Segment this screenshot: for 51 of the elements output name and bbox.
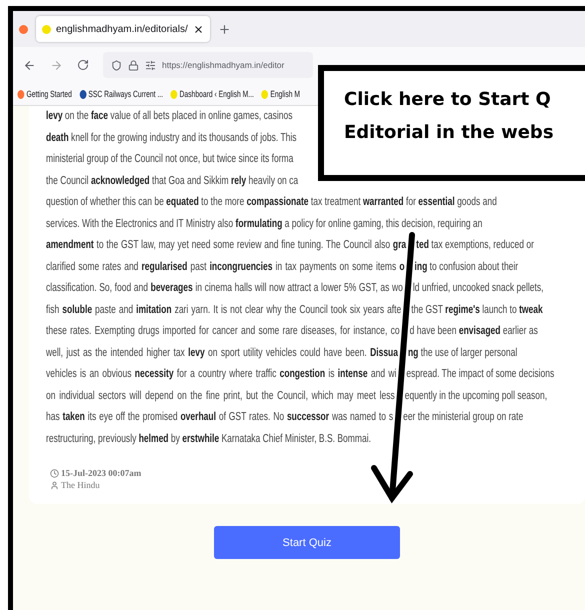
- article-text-line: amendment to the GST law, may yet need some review and fine tuning. The Council also gra: [46, 238, 406, 253]
- article-text-line: services. With the Electronics and IT Ministry also formulating a policy for online gaming, this decision, requiring an: [46, 216, 482, 232]
- sliders-icon: [145, 60, 156, 70]
- article-text-line: ng the use of larger personal: [408, 346, 518, 360]
- article-text-line: ing to confusion about their: [414, 260, 518, 274]
- article-text-line: the GST regime's launch to tweak: [411, 302, 543, 318]
- article-text-line: these rates. Exempting drugs imported for cancer and some rare diseases, for instance, co: [46, 324, 400, 339]
- reload-icon[interactable]: [77, 59, 89, 71]
- article-text-line: well, just as the intended higher tax levy on sport utility vehicles could have been. Dissua: [46, 346, 398, 360]
- bookmark-link[interactable]: SSC Railways Current ...: [88, 89, 164, 99]
- back-icon[interactable]: [23, 58, 36, 72]
- article-text-line: has taken its eye off the promised overhaul of GST rates. No successor was named to s: [46, 410, 394, 425]
- bookmark-link[interactable]: Dashboard ‹ English M...: [180, 89, 254, 99]
- browser-tab[interactable]: englishmadhyam.in/editorials/: [36, 16, 210, 42]
- bookmark-link[interactable]: English M: [270, 89, 300, 99]
- callout-text: Click here to Start Q: [344, 89, 552, 110]
- article-text-line: on individual sectors will depend on the fine print, but the Council, which may meet less: [46, 388, 395, 404]
- new-tab-icon[interactable]: [218, 22, 231, 36]
- post-date: 15-Jul-2023 00:07am: [61, 468, 142, 478]
- tab-title: englishmadhyam.in/editorials/: [56, 24, 188, 34]
- article-text-line: equently in the upcoming poll season,: [404, 388, 548, 404]
- bookmark-icon: [79, 90, 86, 98]
- close-icon[interactable]: [192, 24, 204, 34]
- article-text-line: ted tax exemptions, reduced or: [416, 238, 534, 253]
- article-text-line: clarified some rates and regularised past incongruencies in tax payments on some items o: [46, 260, 405, 274]
- start-quiz-button[interactable]: Start Quiz: [214, 526, 400, 559]
- article-text-line: question of whether this can be equated to the more compassionate tax treatment warranted for essential goods and: [46, 195, 497, 210]
- bookmark-link[interactable]: Getting Started: [26, 89, 72, 99]
- article-text-line: restructuring, previously helmed by erstwhile Karnataka Chief Minister, B.S. Bommai.: [46, 432, 371, 446]
- clock-icon: [50, 468, 59, 478]
- url-text: https://englishmadhyam.in/editor: [162, 60, 284, 70]
- favicon-icon: [170, 90, 178, 98]
- article-text-line: classification. So, food and beverages in cinema halls will now attract a lower 5% GST, as wo: [46, 281, 403, 296]
- user-icon: [50, 480, 59, 490]
- favicon-icon: [42, 24, 51, 34]
- post-source: The Hindu: [61, 480, 100, 490]
- article-text-line: eer the ministerial group on rate: [403, 410, 524, 425]
- article-text-line: death knell for the growing industry and its thousands of jobs. This: [46, 130, 297, 146]
- favicon-icon: [261, 90, 268, 98]
- callout-text: Editorial in the webs: [344, 122, 555, 143]
- article-text-line: levy on the face value of all bets placed in online games, casinos: [46, 109, 293, 124]
- address-bar[interactable]: https://englishmadhyam.in/editor: [103, 52, 313, 78]
- article-text-line: d have been envisaged earlier as: [410, 324, 538, 339]
- shield-icon: [111, 60, 122, 70]
- article-text-line: ld unfried, uncooked snack pellets,: [412, 281, 544, 296]
- article-text-line: vehicles is an obvious necessity for a country where traffic congestion is intense and wi: [46, 367, 396, 382]
- article-text-line: ministerial group of the Council not once, but twice since its forma: [46, 152, 294, 167]
- lock-icon: [128, 60, 139, 70]
- article-text-line: the Council acknowledged that Goa and Sikkim rely heavily on ca: [46, 174, 298, 188]
- article-text-line: fish soluble paste and imitation zari yarn. It is not clear why the Council took six years afte: [46, 302, 402, 318]
- article-text-line: espread. The impact of some decisions: [406, 367, 554, 382]
